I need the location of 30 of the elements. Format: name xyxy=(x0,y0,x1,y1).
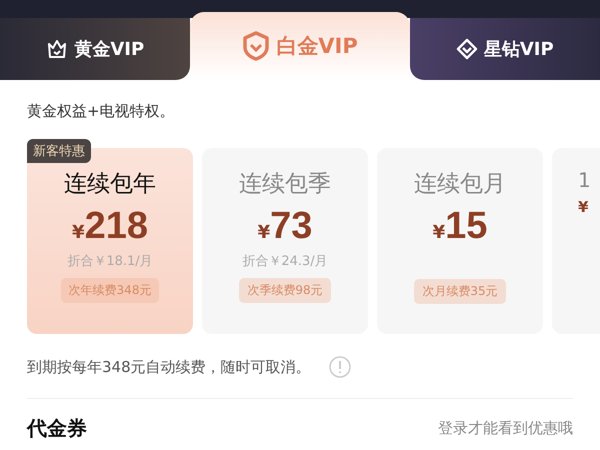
membership-tab[interactable]: 星钻VIP xyxy=(410,18,600,80)
info-icon[interactable] xyxy=(328,356,351,378)
currency-symbol: ¥ xyxy=(258,222,270,243)
currency-symbol: ¥ xyxy=(72,222,85,243)
renewal-price-tag: 次年续费348元 xyxy=(60,278,160,303)
renewal-price-tag: 次季续费98元 xyxy=(239,278,331,303)
renewal-price-tag: 次月续费35元 xyxy=(414,279,506,304)
crown-icon xyxy=(46,38,68,60)
currency-symbol: ¥ xyxy=(432,222,446,243)
plan-price: 73 xyxy=(270,205,312,248)
plan-price: 218 xyxy=(84,205,148,248)
plan-title: 连续包年 xyxy=(64,170,156,199)
diamond-icon xyxy=(456,38,478,60)
plan-card[interactable]: 连续包月 ¥15 次月续费35元 xyxy=(377,148,543,334)
plan-title: 连续包季 xyxy=(239,170,331,199)
currency-symbol: ¥ xyxy=(578,198,588,216)
monthly-equivalent: 折合￥18.1/月 xyxy=(67,253,153,270)
plan-title: 连续包月 xyxy=(414,170,506,199)
membership-tab[interactable]: 黄金VIP xyxy=(0,18,190,80)
benefit-description: 黄金权益+电视特权。 xyxy=(26,101,176,121)
voucher-label: 代金券 xyxy=(27,415,87,442)
plan-card[interactable]: 1 ¥ xyxy=(552,148,600,334)
monthly-equivalent: 折合￥24.3/月 xyxy=(242,253,328,270)
promo-badge: 新客特惠 xyxy=(27,139,91,163)
shield-icon xyxy=(242,31,270,61)
plan-price: 15 xyxy=(445,205,488,248)
login-hint[interactable]: 登录才能看到优惠哦 xyxy=(438,419,573,438)
plan-card[interactable]: 连续包季 ¥73 折合￥24.3/月 次季续费98元 xyxy=(202,148,368,334)
auto-renew-note: 到期按每年348元自动续费，随时可取消。 xyxy=(27,358,311,376)
plan-title: 1 xyxy=(578,168,591,192)
